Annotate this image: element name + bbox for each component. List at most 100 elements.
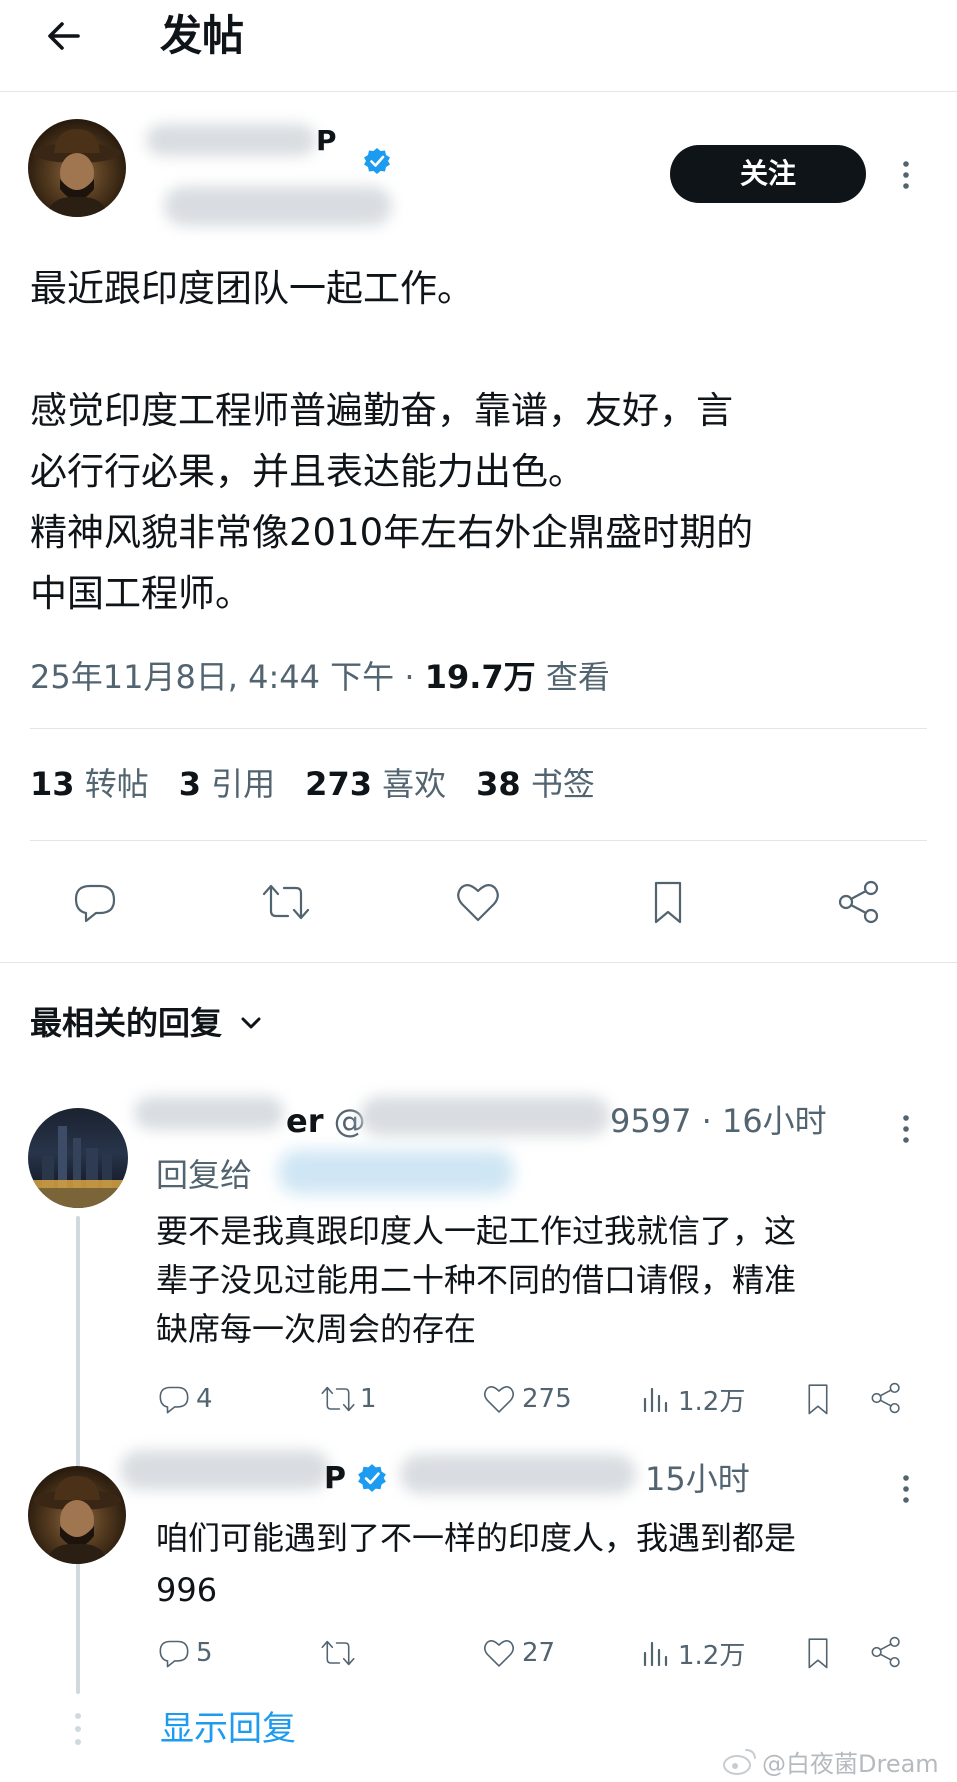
thread-dots-icon bbox=[70, 1710, 86, 1750]
bookmark-icon bbox=[808, 1384, 828, 1415]
meta-divider bbox=[30, 728, 927, 729]
reply2-text: 咱们可能遇到了不一样的印度人，我遇到都是 996 bbox=[156, 1512, 796, 1616]
verified-badge-icon bbox=[362, 146, 392, 176]
stats-divider bbox=[30, 840, 927, 841]
reply-meta: er @ bbox=[286, 1100, 366, 1142]
weibo-logo-icon bbox=[723, 1749, 756, 1775]
tweet-line: 最近跟印度团队一起工作。 bbox=[30, 267, 474, 310]
share-icon bbox=[871, 1636, 900, 1668]
avatar-figure bbox=[33, 129, 121, 217]
reply-button[interactable] bbox=[70, 877, 120, 927]
views-count: 1.2万 bbox=[678, 1386, 746, 1417]
retweet-icon bbox=[321, 1640, 355, 1666]
reply-author-name[interactable]: er bbox=[286, 1102, 323, 1140]
reply-line: 996 bbox=[156, 1571, 218, 1609]
stat-bookmarks[interactable]: 38 书签 bbox=[476, 765, 595, 803]
tweet-stats: 13 转帖 3 引用 273 喜欢 38 书签 bbox=[30, 762, 595, 806]
more-options-icon[interactable] bbox=[898, 158, 914, 192]
stat-retweets[interactable]: 13 转帖 bbox=[30, 765, 149, 803]
reply2-views-button[interactable]: 1.2万 bbox=[640, 1634, 745, 1672]
reply-author-avatar[interactable] bbox=[28, 1466, 126, 1564]
avatar-figure bbox=[33, 1476, 121, 1564]
city-skyline-figure bbox=[28, 1126, 128, 1208]
watermark: @白夜菌Dream bbox=[722, 1744, 939, 1778]
bookmark-button[interactable] bbox=[646, 877, 690, 927]
show-replies-link[interactable]: 显示回复 bbox=[160, 1706, 296, 1752]
retweet-count: 1 bbox=[360, 1384, 377, 1414]
retweet-icon bbox=[262, 884, 310, 920]
tweet-views-label: 查看 bbox=[535, 658, 610, 696]
like-count: 27 bbox=[522, 1638, 556, 1668]
reply-line: 辈子没见过能用二十种不同的借口请假，精准 bbox=[156, 1261, 797, 1299]
author-avatar[interactable] bbox=[28, 119, 126, 217]
retweet-icon bbox=[321, 1386, 355, 1412]
analytics-icon bbox=[643, 1641, 668, 1667]
reply2-bookmark-button[interactable] bbox=[802, 1634, 834, 1672]
back-arrow-icon bbox=[48, 22, 80, 50]
reply2-share-button[interactable] bbox=[868, 1634, 904, 1672]
bookmark-icon bbox=[654, 881, 682, 924]
tweet-text: 最近跟印度团队一起工作。 感觉印度工程师普遍勤奋，靠谱，友好，言 必行行必果，并… bbox=[30, 258, 935, 624]
like-button[interactable] bbox=[452, 877, 504, 927]
tweet-line: 中国工程师。 bbox=[30, 572, 252, 615]
reply-line: 缺席每一次周会的存在 bbox=[156, 1310, 477, 1348]
analytics-icon bbox=[643, 1387, 668, 1413]
reply2-more-icon[interactable] bbox=[898, 1472, 914, 1506]
thread-line bbox=[76, 1216, 80, 1694]
back-button[interactable] bbox=[42, 14, 86, 58]
reply-retweet-button[interactable]: 1 bbox=[318, 1380, 377, 1418]
follow-button-label: 关注 bbox=[739, 157, 796, 190]
stat-quotes[interactable]: 3 引用 bbox=[179, 765, 275, 803]
tweet-timestamp[interactable]: 25年11月8日, 4:44 下午 · bbox=[30, 658, 425, 696]
like-icon bbox=[483, 1386, 515, 1413]
stat-likes[interactable]: 273 喜欢 bbox=[305, 765, 446, 803]
reply-reply-button[interactable]: 4 bbox=[156, 1380, 213, 1418]
share-icon bbox=[871, 1382, 900, 1414]
tweet-line: 必行行必果，并且表达能力出色。 bbox=[30, 450, 585, 493]
tweet-meta: 25年11月8日, 4:44 下午 · 19.7万 查看 bbox=[30, 655, 610, 699]
replies-sort-dropdown[interactable]: 最相关的回复 bbox=[30, 1000, 266, 1046]
verified-badge-icon bbox=[356, 1462, 388, 1494]
reply-handle-redacted bbox=[360, 1096, 610, 1136]
reply2-retweet-button[interactable] bbox=[318, 1634, 358, 1672]
reply2-name-redacted bbox=[120, 1450, 330, 1490]
reply2-author-name[interactable]: P bbox=[324, 1460, 346, 1498]
reply-count: 5 bbox=[196, 1638, 213, 1668]
reply-avatar[interactable] bbox=[28, 1108, 128, 1208]
author-name-suffix: P bbox=[316, 124, 337, 157]
follow-button[interactable]: 关注 bbox=[670, 145, 866, 203]
like-count: 275 bbox=[522, 1384, 572, 1414]
retweet-button[interactable] bbox=[258, 877, 314, 927]
like-icon bbox=[457, 884, 499, 922]
like-icon bbox=[483, 1640, 515, 1667]
reply-to-label: 回复给 bbox=[156, 1156, 253, 1194]
reply2-time: 15小时 bbox=[645, 1460, 750, 1498]
reply-bookmark-button[interactable] bbox=[802, 1380, 834, 1418]
author-handle-redacted bbox=[164, 186, 392, 226]
reply2-reply-button[interactable]: 5 bbox=[156, 1634, 213, 1672]
reply2-handle-redacted bbox=[400, 1454, 636, 1494]
reply-icon bbox=[74, 884, 116, 923]
reply-views-button[interactable]: 1.2万 bbox=[640, 1380, 745, 1418]
reply2-like-button[interactable]: 27 bbox=[480, 1634, 555, 1672]
watermark-text: @白夜菌Dream bbox=[762, 1749, 939, 1778]
reply-text: 要不是我真跟印度人一起工作过我就信了，这 辈子没见过能用二十种不同的借口请假，精… bbox=[156, 1207, 796, 1354]
reply-share-button[interactable] bbox=[868, 1380, 904, 1418]
header-divider bbox=[0, 91, 957, 92]
share-button[interactable] bbox=[834, 877, 884, 927]
replies-sort-label: 最相关的回复 bbox=[30, 1004, 223, 1042]
actions-divider bbox=[0, 962, 957, 963]
reply-name-redacted bbox=[134, 1096, 284, 1130]
reply-icon bbox=[159, 1386, 189, 1414]
share-icon bbox=[838, 880, 879, 924]
reply-like-button[interactable]: 275 bbox=[480, 1380, 572, 1418]
bookmark-icon bbox=[808, 1638, 828, 1669]
reply-more-icon[interactable] bbox=[898, 1112, 914, 1146]
reply-icon bbox=[159, 1640, 189, 1668]
page-title: 发帖 bbox=[160, 11, 245, 60]
tweet-views-count: 19.7万 bbox=[424, 658, 536, 696]
reply-to-handle-redacted[interactable] bbox=[278, 1150, 514, 1194]
tweet-line: 精神风貌非常像2010年左右外企鼎盛时期的 bbox=[30, 511, 754, 554]
chevron-down-icon bbox=[241, 1017, 261, 1029]
reply-count: 4 bbox=[196, 1384, 213, 1414]
